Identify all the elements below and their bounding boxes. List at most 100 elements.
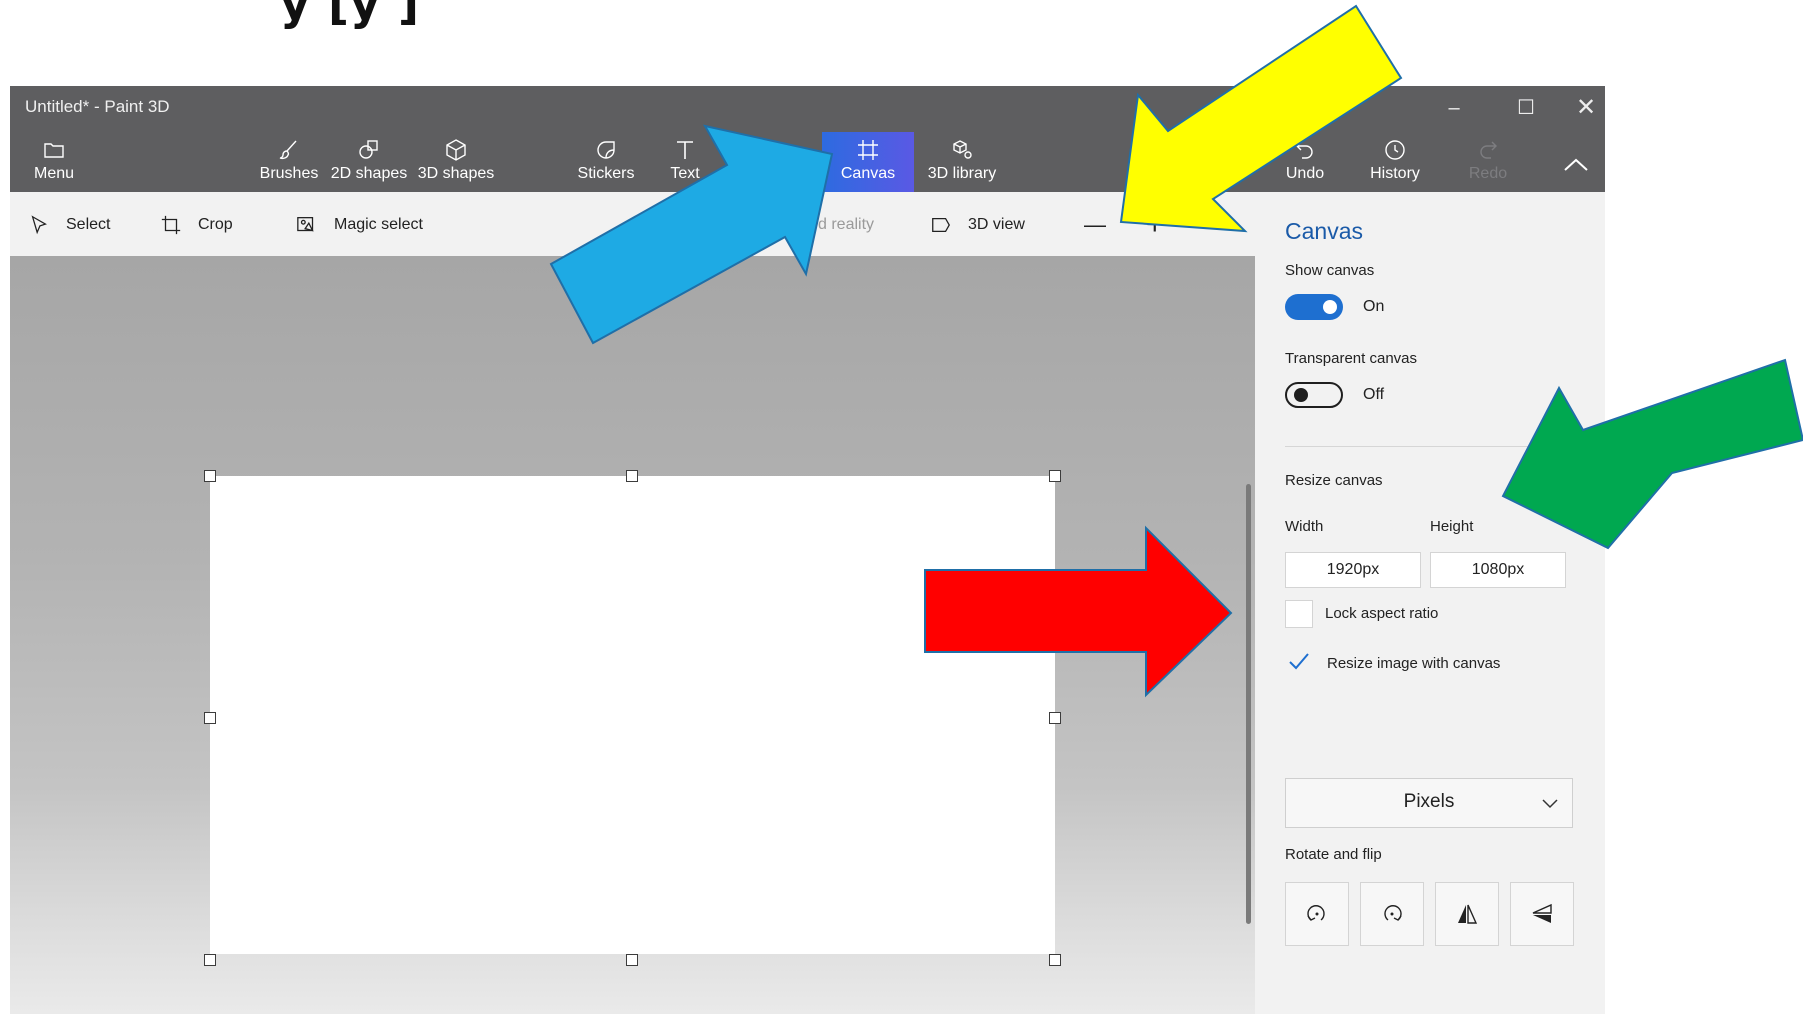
3d-view-icon [932,217,950,233]
mixed-reality-button[interactable]: d reality [818,212,874,238]
crop-label: Crop [198,216,233,233]
history-icon [1360,132,1430,164]
transparent-canvas-state: Off [1363,386,1385,403]
rotate-left-icon [1307,905,1325,921]
3d-view-label: 3D view [968,216,1025,233]
collapse-ribbon-button[interactable] [1556,146,1596,186]
3d-library-button[interactable]: 3D library [920,132,1004,192]
rotate-right-icon [1384,905,1402,921]
redo-label: Redo [1468,165,1508,182]
flip-vertical-icon [1532,903,1552,923]
cube-icon [416,132,496,164]
units-dropdown[interactable]: Pixels [1285,778,1573,828]
zoom-out-button[interactable]: — [1084,212,1106,238]
canvas-viewport[interactable] [10,256,1255,1014]
text-label: Text [670,165,700,182]
history-button[interactable]: History [1360,132,1430,192]
minimize-button[interactable]: – [1426,90,1482,126]
resize-handle-left[interactable] [204,712,216,724]
text-button[interactable]: Text [660,132,710,192]
height-field[interactable]: 1080px [1430,552,1566,588]
undo-label: Undo [1285,165,1325,182]
resize-canvas-label: Resize canvas [1285,472,1383,489]
width-label: Width [1285,518,1324,535]
2d-shapes-icon [326,132,412,164]
canvas-button[interactable]: Canvas [822,132,914,192]
stickers-button[interactable]: Stickers [566,132,646,192]
resize-handle-bottom[interactable] [626,954,638,966]
flip-horizontal-button[interactable] [1435,882,1499,946]
mixed-reality-label: d reality [818,216,875,233]
3d-view-button[interactable]: 3D view [930,212,1025,238]
3d-library-icon [920,132,1004,164]
text-icon [660,132,710,164]
show-canvas-toggle[interactable] [1285,294,1343,320]
title-bar: Untitled* - Paint 3D – ☐ ✕ Menu Brushes [10,86,1605,192]
resize-handle-top-right[interactable] [1049,470,1061,482]
resize-handle-bottom-right[interactable] [1049,954,1061,966]
units-value: Pixels [1403,791,1455,812]
divider [1285,446,1575,447]
flip-vertical-button[interactable] [1510,882,1574,946]
transparent-canvas-label: Transparent canvas [1285,350,1418,367]
resize-image-label: Resize image with canvas [1327,655,1501,672]
cursor-icon [31,215,47,235]
select-label: Select [66,216,111,233]
3d-shapes-label: 3D shapes [417,165,495,182]
crop-button[interactable]: Crop [160,212,233,238]
brush-icon [256,132,322,164]
maximize-button[interactable]: ☐ [1498,90,1554,126]
2d-shapes-button[interactable]: 2D shapes [326,132,412,192]
magic-select-icon [297,217,314,232]
paint3d-window: Untitled* - Paint 3D – ☐ ✕ Menu Brushes [10,86,1605,1014]
rotate-flip-label: Rotate and flip [1285,846,1382,863]
2d-shapes-label: 2D shapes [330,165,408,182]
vertical-scrollbar[interactable] [1246,484,1251,924]
secondary-toolbar: Select Crop Magic select d reality 3D vi… [10,192,1255,256]
resize-handle-top[interactable] [626,470,638,482]
redo-button[interactable]: Redo [1460,132,1516,192]
lock-aspect-ratio-label: Lock aspect ratio [1325,605,1439,622]
resize-handle-bottom-left[interactable] [204,954,216,966]
checkmark-icon [1289,653,1309,670]
resize-handle-right[interactable] [1049,712,1061,724]
canvas-label: Canvas [840,165,896,182]
zoom-in-button[interactable]: + [1146,208,1164,241]
undo-button[interactable]: Undo [1276,132,1334,192]
drawing-canvas[interactable] [210,476,1055,954]
transparent-canvas-toggle[interactable] [1285,382,1343,408]
flip-horizontal-icon [1458,904,1478,924]
rotate-right-button[interactable] [1360,882,1424,946]
redo-icon [1460,132,1516,164]
undo-icon [1276,132,1334,164]
show-canvas-label: Show canvas [1285,262,1375,279]
width-field[interactable]: 1920px [1285,552,1421,588]
crop-icon [161,215,181,235]
brushes-button[interactable]: Brushes [256,132,322,192]
panel-title: Canvas [1285,218,1363,244]
slide-caption-fragment: y [y ] [280,0,421,30]
height-label: Height [1430,518,1474,535]
close-button[interactable]: ✕ [1558,90,1605,126]
3d-library-label: 3D library [927,165,997,182]
screenshot: y [y ] Untitled* - Paint 3D – ☐ ✕ Menu B… [0,0,1803,1014]
stickers-label: Stickers [577,165,635,182]
history-label: History [1370,165,1420,182]
brushes-label: Brushes [259,165,319,182]
select-button[interactable]: Select [28,212,110,238]
show-canvas-state: On [1363,298,1385,315]
magic-select-button[interactable]: Magic select [296,212,423,238]
lock-aspect-ratio-checkbox[interactable] [1285,600,1313,628]
menu-button[interactable]: Menu [24,132,84,192]
resize-image-checkbox[interactable] [1285,648,1313,676]
canvas-side-panel: Canvas Show canvas On Transparent canvas… [1255,192,1605,1014]
3d-shapes-button[interactable]: 3D shapes [416,132,496,192]
rotate-left-button[interactable] [1285,882,1349,946]
magic-select-label: Magic select [334,216,423,233]
canvas-icon [822,132,914,164]
window-title: Untitled* - Paint 3D [25,97,170,116]
resize-handle-top-left[interactable] [204,470,216,482]
sticker-icon [566,132,646,164]
chevron-up-icon [1564,158,1588,171]
folder-icon [24,132,84,164]
